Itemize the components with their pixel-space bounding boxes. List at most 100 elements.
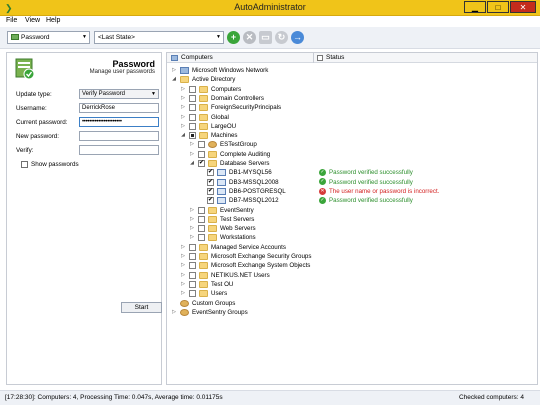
collapsed-arrow-icon[interactable]: ▷ — [189, 233, 195, 242]
tree-checkbox[interactable] — [189, 253, 196, 260]
collapsed-arrow-icon[interactable]: ▷ — [189, 206, 195, 215]
tree-row[interactable]: ✔ DB3-MSSQL2008 ✓ Password verified success… — [167, 178, 537, 187]
collapsed-arrow-icon[interactable]: ▷ — [189, 224, 195, 233]
minimize-button[interactable]: ▁ — [464, 1, 486, 13]
menu-help[interactable]: Help — [46, 17, 60, 24]
show-passwords-checkbox[interactable] — [21, 161, 28, 168]
connect-icon[interactable]: ▭ — [259, 31, 272, 44]
tree-row[interactable]: ▷ ESTestGroup — [167, 140, 537, 149]
tree-checkbox[interactable] — [189, 132, 196, 140]
computers-column-header[interactable]: Computers — [181, 54, 213, 61]
current-password-field[interactable]: •••••••••••••••••••••• — [79, 117, 159, 127]
start-button[interactable]: Start — [121, 302, 162, 313]
tree-row[interactable]: ▷ Microsoft Windows Network — [167, 66, 537, 75]
expanded-arrow-icon[interactable]: ◢ — [180, 131, 186, 140]
tree-row[interactable]: ▷ Complete Auditing — [167, 150, 537, 159]
toolbar: Password ▼ <Last State> ▼ + ✕ ▭ ↻ → — [0, 27, 540, 49]
tree-checkbox[interactable] — [198, 215, 205, 223]
computer-tree-panel: Computers Status ▷ Microsoft Windows Netw… — [166, 52, 538, 385]
tree-row[interactable]: ✔ DB6-POSTGRESQL ✕ The user name or passwor… — [167, 187, 537, 196]
tree-checkbox[interactable]: ✔ — [207, 187, 214, 195]
tree-row[interactable]: ▷ Test Servers — [167, 215, 537, 224]
tree-checkbox[interactable] — [198, 141, 205, 149]
tree-row[interactable]: ▷ Managed Service Accounts — [167, 243, 537, 252]
status-text: The user name or password is incorrect. — [329, 187, 440, 195]
tree-row[interactable]: ▷ EventSentry — [167, 206, 537, 215]
collapsed-arrow-icon[interactable]: ▷ — [180, 261, 186, 270]
refresh-icon[interactable]: ↻ — [275, 31, 288, 44]
maximize-button[interactable]: □ — [487, 1, 509, 13]
state-combo[interactable]: <Last State> ▼ — [94, 31, 224, 44]
close-button[interactable]: ✕ — [510, 1, 536, 13]
tree-checkbox[interactable] — [198, 234, 205, 242]
tree-checkbox[interactable] — [189, 122, 196, 130]
collapsed-arrow-icon[interactable]: ▷ — [171, 308, 177, 317]
menu-view[interactable]: View — [25, 17, 40, 24]
tree-checkbox[interactable] — [189, 94, 196, 102]
tree-row[interactable]: ◢ Machines — [167, 131, 537, 140]
action-combo[interactable]: Password ▼ — [7, 31, 90, 44]
tree-checkbox[interactable] — [189, 243, 196, 251]
collapsed-arrow-icon[interactable]: ▷ — [180, 243, 186, 252]
tree-checkbox[interactable] — [189, 280, 196, 288]
collapsed-arrow-icon[interactable]: ▷ — [180, 103, 186, 112]
collapsed-arrow-icon[interactable]: ▷ — [180, 85, 186, 94]
collapsed-arrow-icon[interactable]: ▷ — [171, 66, 177, 75]
tree-row[interactable]: ▷ LargeOU — [167, 122, 537, 131]
collapsed-arrow-icon[interactable]: ▷ — [189, 150, 195, 159]
tree-row[interactable]: ▷ Domain Controllers — [167, 94, 537, 103]
tree-row[interactable]: ◢ Active Directory — [167, 75, 537, 84]
tree-row[interactable]: ▷ ForeignSecurityPrincipals — [167, 103, 537, 112]
collapsed-arrow-icon[interactable]: ▷ — [180, 94, 186, 103]
collapsed-arrow-icon[interactable]: ▷ — [180, 252, 186, 261]
tree-row[interactable]: ▷ EventSentry Groups — [167, 308, 537, 317]
new-password-field[interactable] — [79, 131, 159, 141]
tree-checkbox[interactable] — [189, 262, 196, 270]
collapsed-arrow-icon[interactable]: ▷ — [180, 271, 186, 280]
username-field[interactable]: DerrickRose — [79, 103, 159, 113]
tree-row[interactable]: ▷ Workstations — [167, 233, 537, 242]
remove-icon[interactable]: ✕ — [243, 31, 256, 44]
expanded-arrow-icon[interactable]: ◢ — [171, 75, 177, 84]
tree-checkbox[interactable] — [198, 225, 205, 233]
tree-checkbox[interactable] — [189, 290, 196, 298]
collapsed-arrow-icon[interactable]: ▷ — [189, 215, 195, 224]
tree-row[interactable]: ▷ Computers — [167, 85, 537, 94]
tree-row[interactable]: ▷ Test OU — [167, 280, 537, 289]
tree-checkbox[interactable] — [189, 104, 196, 112]
tree-row[interactable]: ◢ ✔ Database Servers — [167, 159, 537, 168]
tree-row[interactable]: Custom Groups — [167, 299, 537, 308]
menu-file[interactable]: File — [6, 17, 17, 24]
expanded-arrow-icon[interactable]: ◢ — [189, 159, 195, 168]
tree-row[interactable]: ▷ Global — [167, 113, 537, 122]
tree-checkbox[interactable]: ✔ — [198, 160, 205, 167]
verify-field[interactable] — [79, 145, 159, 155]
collapsed-arrow-icon[interactable]: ▷ — [180, 280, 186, 289]
tree-row[interactable]: ▷ Web Servers — [167, 224, 537, 233]
tree-label: Complete Auditing — [220, 150, 271, 158]
status-cell: ✓ Password verified successfully — [319, 178, 413, 187]
tree-row[interactable]: ▷ Microsoft Exchange Security Groups — [167, 252, 537, 261]
update-type-select[interactable]: Verify Password ▼ — [79, 89, 159, 99]
tree-checkbox[interactable]: ✔ — [207, 178, 214, 186]
tree-checkbox[interactable]: ✔ — [207, 169, 214, 177]
tree-checkbox[interactable]: ✔ — [207, 197, 214, 205]
tree-checkbox[interactable] — [198, 150, 205, 158]
forward-icon[interactable]: → — [291, 31, 304, 44]
tree-row[interactable]: ✔ DB1-MYSQL56 ✓ Password verified successfu… — [167, 168, 537, 177]
tree-checkbox[interactable] — [189, 85, 196, 93]
tree-row[interactable]: ✔ DB7-MSSQL2012 ✓ Password verified success… — [167, 196, 537, 205]
tree-row[interactable]: ▷ Microsoft Exchange System Objects — [167, 261, 537, 270]
collapsed-arrow-icon[interactable]: ▷ — [189, 140, 195, 149]
collapsed-arrow-icon[interactable]: ▷ — [180, 122, 186, 131]
tree-row[interactable]: ▷ NETIKUS.NET Users — [167, 271, 537, 280]
collapsed-arrow-icon[interactable]: ▷ — [180, 289, 186, 298]
add-icon[interactable]: + — [227, 31, 240, 44]
tree-checkbox[interactable] — [189, 271, 196, 279]
collapsed-arrow-icon[interactable]: ▷ — [180, 113, 186, 122]
status-column-header[interactable]: Status — [326, 54, 344, 61]
tree-row[interactable]: ▷ Users — [167, 289, 537, 298]
folder-icon — [199, 122, 208, 130]
tree-checkbox[interactable] — [198, 206, 205, 214]
tree-checkbox[interactable] — [189, 113, 196, 121]
